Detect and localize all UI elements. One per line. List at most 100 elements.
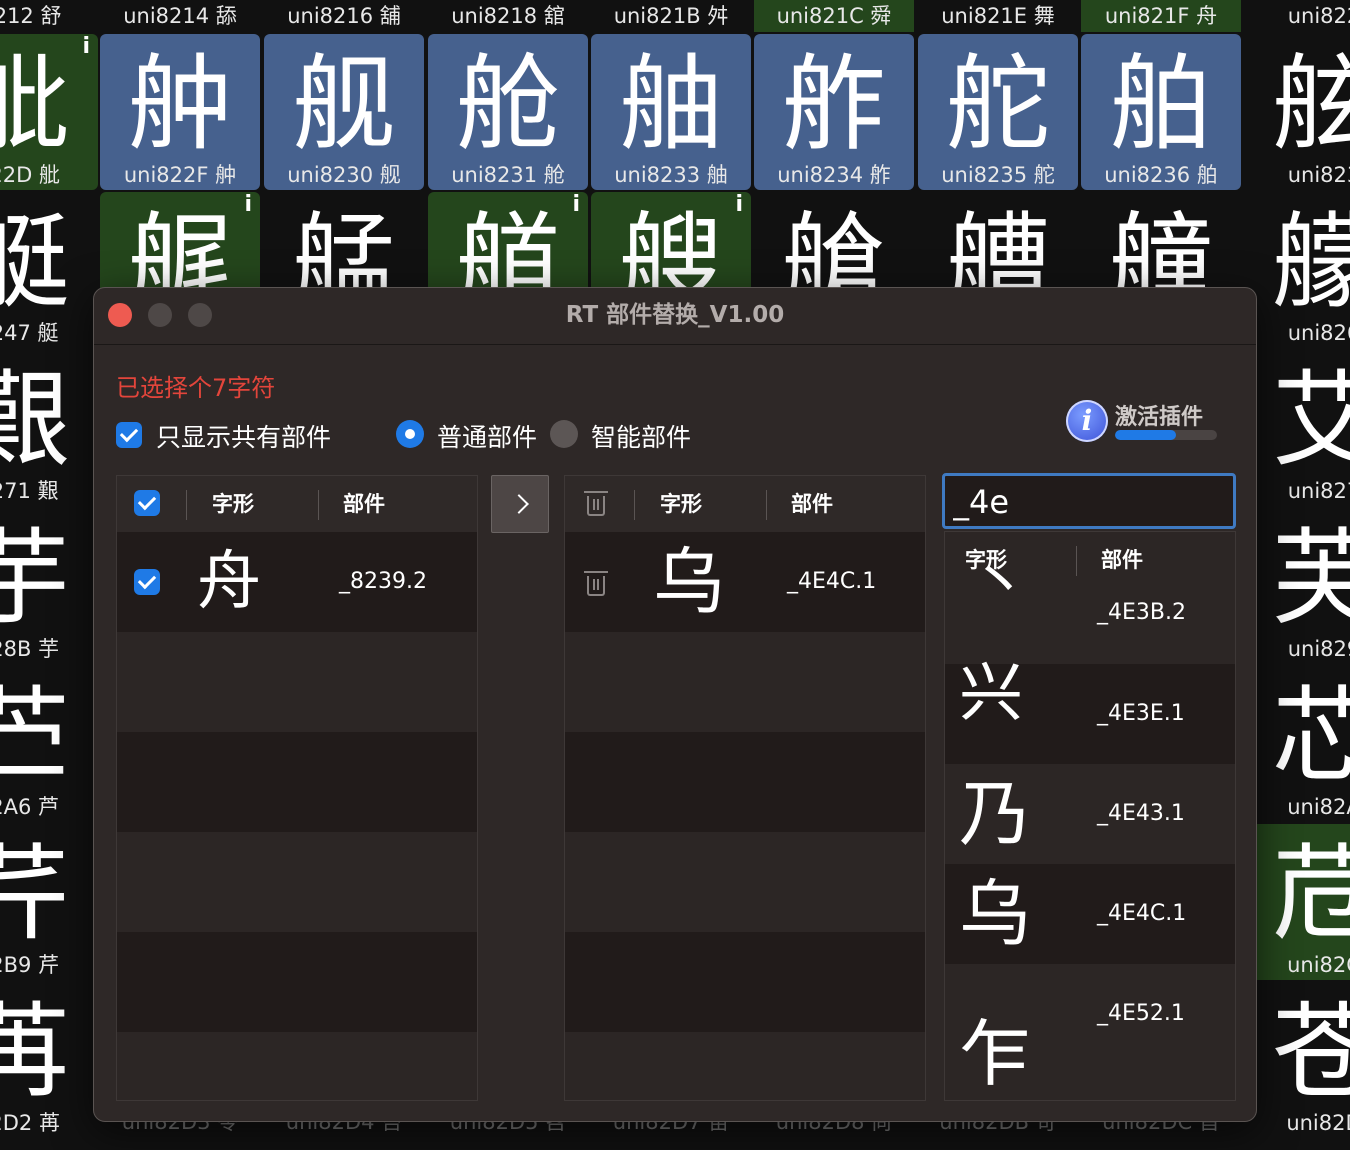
row-glyph: 舟 — [197, 545, 261, 619]
cell-label: 822D 舭 — [0, 163, 60, 187]
header-glyph[interactable]: 字形 — [660, 476, 702, 532]
glyph-cell[interactable]: 艾uni827 — [1244, 350, 1350, 506]
table-row-empty — [117, 732, 477, 832]
table-row[interactable]: 舟 _8239.2 — [117, 532, 477, 632]
glyph-cell[interactable]: 苎82A6 芦 — [0, 666, 98, 822]
cell-label: 82D2 苒 — [0, 1111, 60, 1135]
cell-glyph: 舴 — [781, 43, 886, 165]
select-all-checkbox[interactable] — [134, 490, 160, 516]
table-row[interactable]: 乌 _4E4C.1 — [565, 532, 925, 632]
header-glyph[interactable]: 字形 — [212, 476, 254, 532]
row-glyph: 乌 — [959, 872, 1032, 956]
search-input[interactable] — [951, 480, 1225, 524]
header-separator — [1076, 546, 1077, 576]
glyph-cell[interactable]: 芹82B9 芹 — [0, 824, 98, 980]
glyph-cell[interactable]: 舶 uni8236 舶 — [1081, 34, 1241, 190]
add-to-replace-button[interactable] — [491, 475, 549, 533]
smart-component-label[interactable]: 智能部件 — [591, 418, 691, 454]
row-component: _4E4C.1 — [787, 569, 877, 594]
header-separator — [634, 490, 635, 520]
glyph-cell[interactable]: 舳 uni8233 舳 — [591, 34, 751, 190]
cell-glyph: 舭 — [0, 43, 70, 165]
glyph-cell[interactable]: 芙uni829 — [1244, 508, 1350, 664]
info-icon: i — [735, 192, 743, 217]
table-row[interactable]: 乌 _4E4C.1 — [945, 864, 1235, 964]
top-label: uni821B 舛 — [613, 4, 729, 28]
info-icon[interactable]: i — [1066, 400, 1108, 442]
search-results-table: 字形 部件 丶 _4E3B.2 兴 _4E3E.1 乃 _4E43.1 乌 _4… — [944, 531, 1236, 1101]
top-label: uni821F 舟 — [1081, 0, 1241, 32]
title-bar[interactable]: RT 部件替换_V1.00 — [94, 288, 1256, 345]
glyph-cell[interactable]: 芋828B 芋 — [0, 508, 98, 664]
cell-label: uni827 — [1287, 479, 1350, 503]
glyph-cell[interactable]: 舭822D 舭 i — [0, 34, 98, 190]
component-search-field[interactable] — [942, 473, 1236, 529]
info-icon: i — [572, 192, 580, 217]
smart-component-radio[interactable] — [550, 420, 578, 448]
replace-component-window: RT 部件替换_V1.00 已选择个7字符 只显示共有部件 普通部件 智能部件 … — [93, 287, 1257, 1122]
glyph-cell[interactable]: 舰 uni8230 舰 — [264, 34, 424, 190]
activate-progress-bar — [1115, 430, 1217, 440]
cell-glyph: 舶 — [1108, 43, 1213, 165]
row-component: _4E43.1 — [1097, 801, 1185, 826]
table-row-empty — [117, 832, 477, 932]
glyph-cell[interactable]: 舵 uni8235 舵 — [918, 34, 1078, 190]
glyph-cell[interactable]: 舴 uni8234 舴 — [754, 34, 914, 190]
top-label: uni8214 舔 — [123, 4, 237, 28]
cell-glyph: 舰 — [291, 43, 396, 165]
normal-component-radio[interactable] — [396, 420, 424, 448]
glyph-cell[interactable]: 艱8271 艱 — [0, 350, 98, 506]
table-row[interactable]: 乃 _4E43.1 — [945, 764, 1235, 864]
glyph-cell[interactable]: 舱 uni8231 舱 — [428, 34, 588, 190]
trash-icon[interactable] — [584, 571, 608, 596]
info-icon: i — [82, 34, 90, 59]
table-row-empty — [565, 732, 925, 832]
cell-label: uni822F 舯 — [123, 163, 237, 187]
cell-label: 82A6 芦 — [0, 795, 60, 819]
window-title: RT 部件替换_V1.00 — [565, 302, 785, 328]
cell-glyph: 舷 — [1271, 43, 1350, 165]
cell-label: uni8235 舵 — [941, 163, 1055, 187]
table-row[interactable]: 乍 _4E52.1 — [945, 964, 1235, 1096]
row-glyph: 乍 — [959, 1012, 1032, 1096]
cell-label: 828B 芋 — [0, 637, 60, 661]
table-row[interactable]: 兴 _4E3E.1 — [945, 657, 1235, 764]
glyph-cell[interactable]: 舷uni823 — [1244, 34, 1350, 190]
normal-component-label[interactable]: 普通部件 — [437, 418, 537, 454]
table-row-empty — [565, 632, 925, 732]
glyph-cell[interactable]: 舯 uni822F 舯 — [100, 34, 260, 190]
header-component[interactable]: 部件 — [343, 476, 385, 532]
cell-glyph: 芋 — [0, 517, 70, 639]
glyph-cell[interactable]: 艨uni826 — [1244, 192, 1350, 348]
top-label: uni821C 舜 — [754, 0, 914, 32]
table-header: 字形 部件 — [117, 476, 477, 533]
table-header: 字形 部件 — [565, 476, 925, 533]
table-row-empty — [117, 932, 477, 1032]
glyph-cell[interactable]: 苒82D2 苒 — [0, 982, 98, 1138]
cell-glyph: 舳 — [618, 43, 723, 165]
glyph-cell[interactable]: 苍uni82D — [1244, 982, 1350, 1138]
glyph-cell[interactable]: 芯uni82A — [1244, 666, 1350, 822]
shared-only-checkbox[interactable] — [116, 422, 142, 448]
cell-label: uni82A — [1287, 795, 1350, 819]
cell-glyph: 苎 — [0, 675, 70, 797]
top-label: uni822 — [1287, 4, 1350, 28]
activate-plugin-label[interactable]: 激活插件 — [1115, 399, 1203, 431]
cell-glyph: 苊 — [1271, 833, 1350, 955]
shared-only-label[interactable]: 只显示共有部件 — [156, 418, 331, 454]
row-component: _4E3B.2 — [1097, 600, 1186, 625]
table-row-empty — [117, 632, 477, 732]
glyph-cell[interactable]: 苊uni82C — [1244, 824, 1350, 980]
cell-glyph: 舯 — [127, 43, 232, 165]
replace-target-table: 字形 部件 乌 _4E4C.1 — [564, 475, 926, 1101]
cell-glyph: 苍 — [1271, 991, 1350, 1113]
header-component[interactable]: 部件 — [791, 476, 833, 532]
cell-glyph: 舵 — [945, 43, 1050, 165]
row-checkbox[interactable] — [134, 569, 160, 595]
top-label: uni8216 舖 — [287, 4, 401, 28]
table-row-empty — [565, 832, 925, 932]
cell-label: 8247 艇 — [0, 321, 59, 345]
cell-label: uni8231 舱 — [451, 163, 565, 187]
trash-icon[interactable] — [584, 491, 608, 516]
glyph-cell[interactable]: 艇8247 艇 — [0, 192, 98, 348]
